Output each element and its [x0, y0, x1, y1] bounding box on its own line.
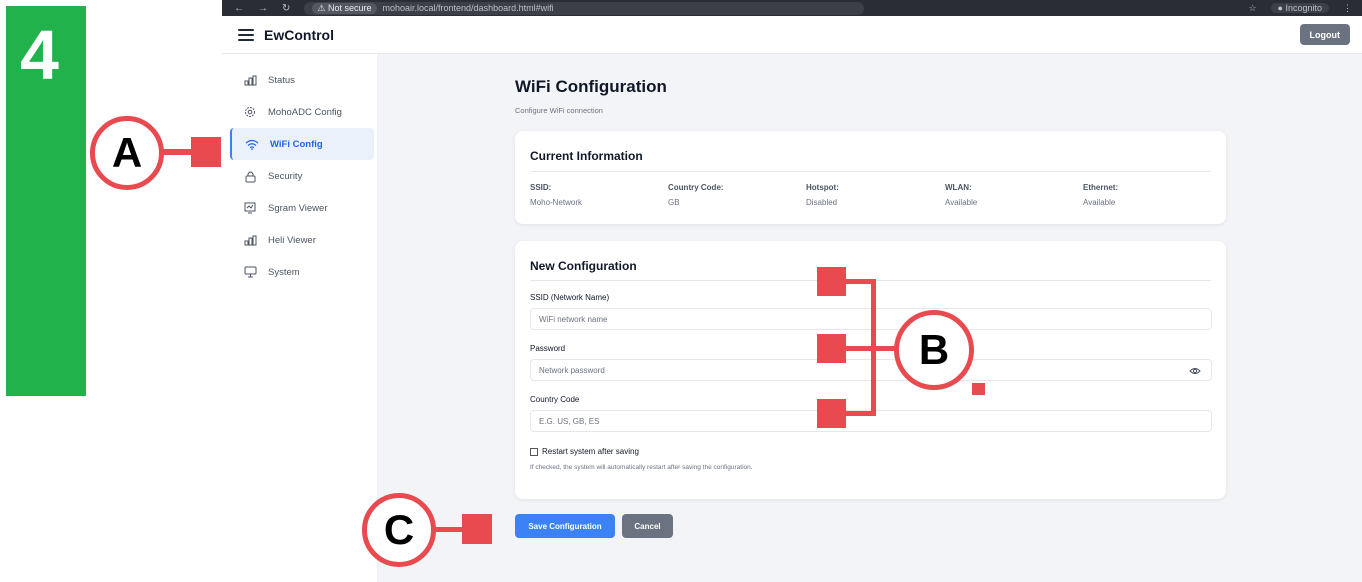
reload-icon[interactable]: ↻ — [282, 3, 290, 14]
divider — [530, 171, 1211, 172]
ssid-placeholder: WiFi network name — [539, 314, 608, 324]
sidebar-item-system[interactable]: System — [230, 256, 374, 288]
menu-dots-icon[interactable]: ⋮ — [1343, 3, 1352, 14]
annotation-a-connector — [163, 149, 193, 155]
sidebar-item-label: Security — [268, 170, 303, 182]
restart-label: Restart system after saving — [542, 447, 639, 456]
app-header: EwControl Logout — [222, 16, 1362, 54]
info-hotspot: Hotspot: Disabled — [806, 183, 839, 207]
url-text: mohoair.local/frontend/dashboard.html#wi… — [382, 3, 554, 13]
sidebar-item-mohoadc-config[interactable]: MohoADC Config — [230, 96, 374, 128]
info-key: SSID: — [530, 183, 552, 192]
gear-icon — [242, 104, 258, 120]
country-code-placeholder: E.G. US, GB, ES — [539, 416, 600, 426]
page-subtitle: Configure WiFi connection — [515, 106, 603, 115]
info-value: Available — [945, 198, 978, 207]
sidebar-item-label: MohoADC Config — [268, 106, 342, 118]
step-number: 4 — [20, 16, 59, 94]
password-label: Password — [530, 344, 566, 353]
browser-toolbar: ← → ↻ ⚠ Not secure mohoair.local/fronten… — [222, 0, 1362, 16]
monitor-icon — [242, 264, 258, 280]
sidebar-item-label: WiFi Config — [270, 138, 323, 150]
annotation-b-marker-password — [817, 334, 846, 363]
page-title: WiFi Configuration — [515, 77, 667, 96]
password-placeholder: Network password — [539, 365, 605, 375]
annotation-b-marker-ssid — [817, 267, 846, 296]
restart-checkbox-row[interactable]: Restart system after saving — [530, 447, 639, 456]
info-ssid: SSID: Moho-Network — [530, 183, 582, 207]
info-country-code: Country Code: GB — [668, 183, 724, 207]
address-bar[interactable]: ⚠ Not secure mohoair.local/frontend/dash… — [304, 1, 865, 15]
sidebar-item-label: System — [268, 266, 300, 278]
app-brand: EwControl — [264, 26, 334, 43]
back-icon[interactable]: ← — [234, 3, 244, 14]
info-wlan: WLAN: Available — [945, 183, 977, 207]
current-information-card: Current Information SSID: Moho-Network C… — [515, 131, 1226, 224]
annotation-c-circle: C — [362, 493, 436, 567]
cancel-button[interactable]: Cancel — [622, 514, 673, 538]
spectrogram-icon — [242, 200, 258, 216]
info-value: GB — [668, 198, 680, 207]
sidebar-item-sgram-viewer[interactable]: Sgram Viewer — [230, 192, 374, 224]
bar-chart-icon — [242, 232, 258, 248]
annotation-a-marker — [191, 137, 221, 167]
sidebar-item-label: Status — [268, 74, 295, 86]
incognito-badge[interactable]: ● Incognito — [1270, 3, 1329, 13]
incognito-icon: ● — [1277, 3, 1283, 13]
screenshot-root: 4 ← → ↻ ⚠ Not secure mohoair.local/front… — [0, 0, 1362, 582]
not-secure-label: Not secure — [327, 2, 372, 13]
incognito-label: Incognito — [1285, 3, 1322, 13]
bar-chart-icon — [242, 72, 258, 88]
annotation-a-letter: A — [111, 129, 143, 176]
star-icon[interactable]: ☆ — [1248, 3, 1256, 14]
save-configuration-button[interactable]: Save Configuration — [515, 514, 615, 538]
info-ethernet: Ethernet: Available — [1083, 183, 1118, 207]
info-key: Country Code: — [668, 183, 724, 192]
hamburger-menu-icon[interactable] — [238, 28, 254, 41]
restart-hint: If checked, the system will automaticall… — [530, 464, 753, 471]
main-content: WiFi Configuration Configure WiFi connec… — [378, 54, 1362, 582]
sidebar-item-heli-viewer[interactable]: Heli Viewer — [230, 224, 374, 256]
annotation-b-circle: B — [894, 310, 974, 390]
annotation-b-marker-country — [817, 399, 846, 428]
restart-checkbox[interactable] — [530, 447, 538, 456]
annotation-b-spine — [871, 279, 876, 416]
eye-icon[interactable] — [1189, 365, 1201, 377]
annotation-c-connector — [434, 527, 464, 532]
sidebar-item-label: Sgram Viewer — [268, 202, 328, 214]
sidebar-item-wifi-config[interactable]: WiFi Config — [230, 128, 374, 160]
info-value: Available — [1083, 198, 1116, 207]
sidebar-item-label: Heli Viewer — [268, 234, 316, 246]
info-key: Hotspot: — [806, 183, 839, 192]
sidebar: Status MohoADC Config WiFi Config Securi… — [222, 54, 378, 582]
card-title: New Configuration — [530, 259, 637, 273]
card-title: Current Information — [530, 149, 643, 163]
annotation-c-letter: C — [383, 506, 415, 553]
info-key: Ethernet: — [1083, 183, 1119, 192]
info-value: Moho-Network — [530, 198, 583, 207]
annotation-b-dot — [972, 383, 985, 395]
annotation-b-letter: B — [918, 326, 950, 373]
ssid-label: SSID (Network Name) — [530, 293, 610, 302]
forward-icon[interactable]: → — [258, 3, 268, 14]
browser-nav: ← → ↻ — [234, 3, 290, 14]
browser-right: ☆ ● Incognito ⋮ — [1248, 3, 1352, 14]
logout-button[interactable]: Logout — [1299, 24, 1350, 45]
info-value: Disabled — [806, 198, 838, 207]
annotation-a-circle: A — [90, 116, 164, 190]
wifi-icon — [244, 136, 260, 152]
lock-icon — [242, 168, 258, 184]
country-code-label: Country Code — [530, 395, 580, 404]
not-secure-badge[interactable]: ⚠ Not secure — [312, 2, 377, 14]
step-banner: 4 — [6, 6, 86, 396]
info-key: WLAN: — [945, 183, 972, 192]
sidebar-item-status[interactable]: Status — [230, 64, 374, 96]
sidebar-item-security[interactable]: Security — [230, 160, 374, 192]
annotation-c-marker — [462, 514, 492, 544]
